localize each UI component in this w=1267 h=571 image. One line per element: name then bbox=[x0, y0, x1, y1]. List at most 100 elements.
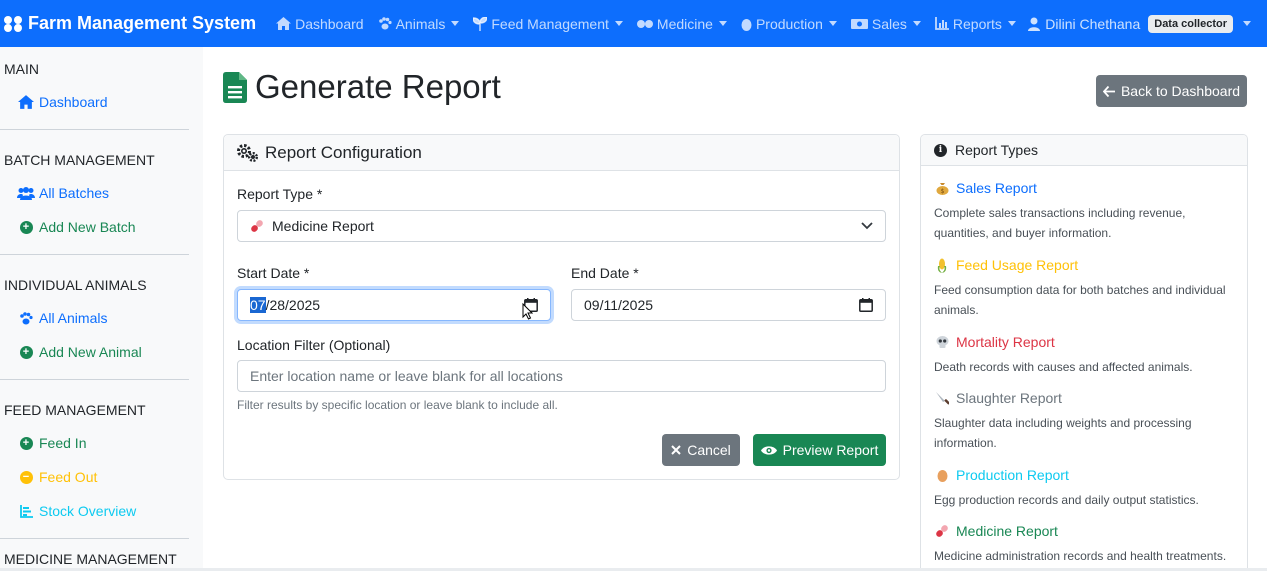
nav-animals-label: Animals bbox=[395, 15, 446, 32]
nav-feed-label: Feed Management bbox=[491, 15, 609, 32]
sidebar-section-title: MAIN bbox=[4, 61, 39, 77]
start-date-month-segment: 07 bbox=[250, 297, 266, 313]
sidebar-item-add-batch[interactable]: + Add New Batch bbox=[0, 210, 189, 244]
arrow-left-icon bbox=[1102, 85, 1115, 97]
report-type-title-text: Feed Usage Report bbox=[956, 257, 1079, 273]
report-type-value: Medicine Report bbox=[272, 218, 374, 234]
user-menu[interactable]: Dilini Chethana Data collector bbox=[1028, 0, 1251, 47]
report-type-title[interactable]: Mortality Report bbox=[934, 332, 1234, 352]
back-to-dashboard-button[interactable]: Back to Dashboard bbox=[1096, 75, 1247, 107]
sidebar-section-title: BATCH MANAGEMENT bbox=[4, 152, 155, 168]
role-badge: Data collector bbox=[1148, 14, 1233, 33]
user-name: Dilini Chethana bbox=[1045, 15, 1141, 32]
sidebar-item-all-batches[interactable]: All Batches bbox=[0, 176, 189, 210]
sidebar-item-add-animal[interactable]: + Add New Animal bbox=[0, 335, 189, 369]
report-type-desc: Complete sales transactions including re… bbox=[934, 206, 1186, 240]
report-type-title[interactable]: Medicine Report bbox=[934, 521, 1234, 541]
sidebar-item-dashboard[interactable]: Dashboard bbox=[0, 85, 189, 119]
sidebar-section-batch: BATCH MANAGEMENT All Batches + Add New B… bbox=[0, 138, 189, 255]
end-date-label: End Date * bbox=[571, 265, 639, 281]
egg-icon bbox=[741, 18, 752, 31]
report-type-title-text: Sales Report bbox=[956, 180, 1037, 196]
report-type-title[interactable]: Production Report bbox=[934, 465, 1234, 485]
plus-circle-icon: + bbox=[19, 345, 33, 359]
minus-circle-icon: − bbox=[19, 470, 33, 484]
brand[interactable]: Farm Management System bbox=[0, 13, 256, 34]
location-filter-label: Location Filter (Optional) bbox=[237, 337, 391, 353]
report-type-title[interactable]: $ Sales Report bbox=[934, 178, 1234, 198]
chevron-down-icon bbox=[1007, 21, 1016, 26]
money-bag-icon: $ bbox=[934, 181, 950, 195]
report-type-title-text: Production Report bbox=[956, 467, 1069, 483]
nav-reports-label: Reports bbox=[952, 15, 1002, 32]
chevron-down-icon bbox=[861, 222, 873, 230]
nav-reports[interactable]: Reports bbox=[935, 16, 1016, 32]
nav-dashboard-label: Dashboard bbox=[295, 15, 364, 32]
start-date-rest: /28/2025 bbox=[265, 297, 321, 313]
nav-animals[interactable]: Animals bbox=[378, 16, 460, 32]
sidebar-item-stock-overview[interactable]: Stock Overview bbox=[0, 494, 189, 528]
nav-sales-label: Sales bbox=[871, 15, 907, 32]
seedling-icon bbox=[473, 16, 488, 31]
start-date-label: Start Date * bbox=[237, 265, 310, 281]
sidebar-item-feed-out[interactable]: − Feed Out bbox=[0, 460, 189, 494]
report-type-title[interactable]: Slaughter Report bbox=[934, 388, 1234, 408]
report-types-card: i Report Types $ Sales Report Complete sa… bbox=[920, 134, 1248, 571]
money-icon bbox=[850, 18, 868, 29]
report-type-item: Medicine Report Medicine administration … bbox=[934, 521, 1234, 566]
report-type-item: Feed Usage Report Feed consumption data … bbox=[934, 255, 1234, 320]
sidebar-item-label: Feed In bbox=[39, 435, 87, 451]
chart-icon bbox=[935, 17, 949, 30]
chevron-down-icon bbox=[912, 21, 921, 26]
nav-production[interactable]: Production bbox=[741, 16, 837, 32]
close-icon bbox=[671, 445, 681, 455]
nav-sales[interactable]: Sales bbox=[850, 15, 921, 32]
end-date-input[interactable]: 09/11/2025 bbox=[571, 289, 886, 321]
cancel-label: Cancel bbox=[687, 442, 731, 458]
report-type-desc: Death records with causes and affected a… bbox=[934, 360, 1193, 374]
plus-circle-icon: + bbox=[19, 436, 33, 450]
report-type-desc: Medicine administration records and heal… bbox=[934, 549, 1227, 563]
paw-icon bbox=[20, 311, 33, 324]
page-title: Generate Report bbox=[223, 68, 501, 106]
nav-medicine[interactable]: Medicine bbox=[636, 16, 727, 32]
report-type-item: Production Report Egg production records… bbox=[934, 465, 1234, 510]
report-type-item: $ Sales Report Complete sales transaction… bbox=[934, 178, 1234, 243]
sidebar-section-main: MAIN Dashboard bbox=[0, 47, 189, 130]
sidebar-item-label: All Animals bbox=[39, 310, 108, 326]
nav-dashboard[interactable]: Dashboard bbox=[276, 16, 364, 32]
cancel-button[interactable]: Cancel bbox=[662, 434, 740, 466]
svg-text:$: $ bbox=[940, 188, 944, 195]
report-type-title-text: Medicine Report bbox=[956, 523, 1058, 539]
card-header-title: Report Configuration bbox=[265, 142, 422, 162]
plus-circle-icon: + bbox=[19, 220, 33, 234]
report-type-desc: Egg production records and daily output … bbox=[934, 493, 1199, 507]
report-type-select[interactable]: Medicine Report bbox=[237, 210, 886, 242]
report-type-title[interactable]: Feed Usage Report bbox=[934, 255, 1234, 275]
start-date-input[interactable]: 07/28/2025 bbox=[237, 289, 551, 321]
paw-icon bbox=[378, 17, 392, 30]
sidebar-section-title: INDIVIDUAL ANIMALS bbox=[4, 277, 147, 293]
nav-feed-management[interactable]: Feed Management bbox=[473, 16, 623, 32]
location-filter-input[interactable]: Enter location name or leave blank for a… bbox=[237, 360, 886, 392]
sidebar-item-all-animals[interactable]: All Animals bbox=[0, 301, 189, 335]
sidebar-item-label: All Batches bbox=[39, 185, 110, 201]
report-type-item: Mortality Report Death records with caus… bbox=[934, 332, 1234, 377]
sidebar-section-individual: INDIVIDUAL ANIMALS All Animals + Add New… bbox=[0, 263, 189, 380]
preview-report-button[interactable]: Preview Report bbox=[753, 434, 886, 466]
chevron-down-icon bbox=[451, 21, 460, 26]
report-types-header: i Report Types bbox=[921, 135, 1247, 166]
location-help-text: Filter results by specific location or l… bbox=[237, 398, 558, 412]
pill-icon bbox=[934, 524, 950, 538]
sidebar-item-label: Feed Out bbox=[39, 469, 98, 485]
back-button-label: Back to Dashboard bbox=[1120, 83, 1241, 99]
sidebar-item-label: Add New Animal bbox=[39, 344, 142, 360]
eye-icon bbox=[760, 445, 777, 455]
egg-icon bbox=[934, 468, 950, 482]
sidebar-item-label: Stock Overview bbox=[39, 503, 137, 519]
top-navbar: Farm Management System Dashboard Animals… bbox=[0, 0, 1267, 47]
calendar-icon[interactable] bbox=[859, 298, 873, 312]
sidebar-item-feed-in[interactable]: + Feed In bbox=[0, 426, 189, 460]
brand-icon bbox=[4, 15, 22, 32]
location-placeholder: Enter location name or leave blank for a… bbox=[250, 368, 563, 384]
